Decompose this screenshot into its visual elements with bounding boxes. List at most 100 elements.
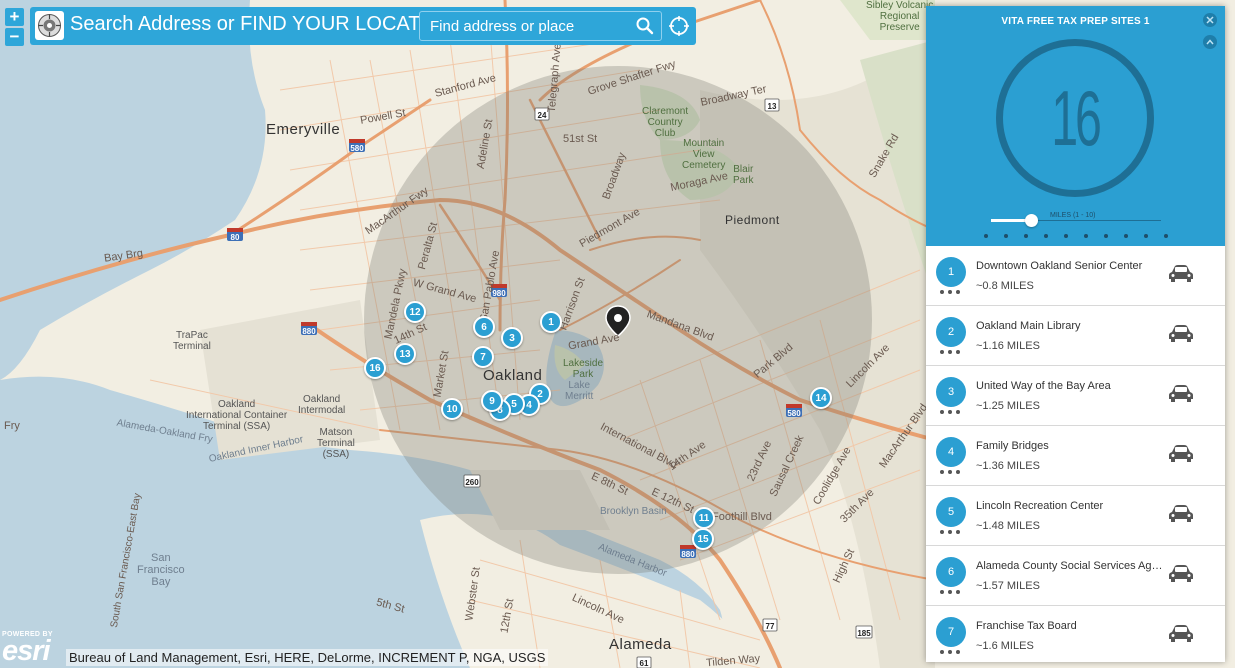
slider-tick — [1104, 234, 1108, 238]
site-marker[interactable]: 12 — [404, 301, 426, 323]
result-number-badge: 2 — [936, 317, 966, 347]
result-item[interactable]: 5 Lincoln Recreation Center ~1.48 MILES — [926, 486, 1225, 546]
svg-text:77: 77 — [766, 622, 775, 631]
result-distance: ~1.6 MILES — [976, 640, 1034, 652]
result-item[interactable]: 4 Family Bridges ~1.36 MILES — [926, 426, 1225, 486]
car-directions-icon[interactable] — [1168, 623, 1194, 643]
more-options-icon[interactable] — [940, 650, 962, 655]
search-input[interactable] — [419, 11, 662, 41]
slider-tick — [1124, 234, 1128, 238]
result-number-badge: 3 — [936, 377, 966, 407]
search-icon[interactable] — [635, 16, 655, 36]
result-item[interactable]: 6 Alameda County Social Services Agency … — [926, 546, 1225, 606]
result-number-badge: 5 — [936, 497, 966, 527]
result-item[interactable]: 3 United Way of the Bay Area ~1.25 MILES — [926, 366, 1225, 426]
svg-text:880: 880 — [302, 327, 316, 336]
app-logo-icon — [35, 11, 64, 40]
svg-text:185: 185 — [857, 629, 871, 638]
site-count: 16 — [1051, 73, 1102, 162]
car-directions-icon[interactable] — [1168, 563, 1194, 583]
result-item[interactable]: 1 Downtown Oakland Senior Center ~0.8 MI… — [926, 246, 1225, 306]
result-item[interactable]: 2 Oakland Main Library ~1.16 MILES — [926, 306, 1225, 366]
site-marker[interactable]: 10 — [441, 398, 463, 420]
site-marker[interactable]: 6 — [473, 316, 495, 338]
car-directions-icon[interactable] — [1168, 503, 1194, 523]
map-label-blair-park: Blair Park — [733, 164, 754, 186]
panel-title: VITA FREE TAX PREP SITES 1 — [1001, 16, 1150, 27]
collapse-up-icon[interactable] — [1202, 34, 1218, 50]
esri-logo[interactable]: POWERED BY esri — [2, 631, 64, 667]
zoom-in-button[interactable]: + — [5, 8, 24, 26]
svg-text:580: 580 — [350, 144, 364, 153]
more-options-icon[interactable] — [940, 470, 962, 475]
svg-text:13: 13 — [768, 102, 777, 111]
site-marker[interactable]: 7 — [472, 346, 494, 368]
site-marker[interactable]: 11 — [693, 507, 715, 529]
result-distance: ~0.8 MILES — [976, 280, 1034, 292]
result-number-badge: 6 — [936, 557, 966, 587]
zoom-out-button[interactable]: − — [5, 28, 24, 46]
map-label-cemetery: Mountain View Cemetery — [682, 138, 726, 171]
site-marker[interactable]: 9 — [481, 390, 503, 412]
result-item[interactable]: 7 Franchise Tax Board ~1.6 MILES — [926, 606, 1225, 662]
map-label-emeryville: Emeryville — [266, 121, 341, 138]
result-name: Family Bridges — [976, 440, 1049, 452]
result-number-badge: 1 — [936, 257, 966, 287]
more-options-icon[interactable] — [940, 530, 962, 535]
svg-text:80: 80 — [231, 233, 240, 242]
result-distance: ~1.25 MILES — [976, 400, 1040, 412]
map-label-claremont: Claremont Country Club — [642, 106, 689, 139]
result-distance: ~1.57 MILES — [976, 580, 1040, 592]
esri-wordmark: esri — [2, 635, 51, 667]
map-label-alameda: Alameda — [609, 636, 672, 653]
map-label-container-terminal: Oakland International Container Terminal… — [186, 399, 288, 432]
car-directions-icon[interactable] — [1168, 383, 1194, 403]
result-name: Franchise Tax Board — [976, 620, 1077, 632]
map-label-sibley: Sibley Volcanic Regional Preserve — [866, 0, 934, 33]
site-marker[interactable]: 13 — [394, 343, 416, 365]
slider-tick — [1044, 234, 1048, 238]
slider-tick — [1164, 234, 1168, 238]
car-directions-icon[interactable] — [1168, 263, 1194, 283]
slider-ticks — [984, 234, 1168, 240]
map-label-piedmont: Piedmont — [725, 213, 780, 227]
result-name: United Way of the Bay Area — [976, 380, 1111, 392]
panel-header: VITA FREE TAX PREP SITES 1 16 MILES (1 -… — [926, 6, 1225, 246]
map-label-street: Fry — [4, 420, 20, 432]
result-distance: ~1.48 MILES — [976, 520, 1040, 532]
result-number-badge: 4 — [936, 437, 966, 467]
map-label-lakeside: Lakeside Park — [563, 358, 604, 380]
attribution-text: Bureau of Land Management, Esri, HERE, D… — [66, 649, 549, 666]
locate-icon[interactable] — [668, 15, 690, 37]
slider-label: MILES (1 - 10) — [1050, 212, 1096, 219]
car-directions-icon[interactable] — [1168, 323, 1194, 343]
more-options-icon[interactable] — [940, 410, 962, 415]
svg-text:61: 61 — [640, 659, 649, 668]
map-label-oakland: Oakland — [483, 367, 543, 384]
svg-text:880: 880 — [681, 550, 695, 559]
search-title: Search Address or FIND YOUR LOCATION — [70, 13, 457, 35]
map-label-trapac: TraPac Terminal — [173, 330, 211, 352]
car-directions-icon[interactable] — [1168, 443, 1194, 463]
site-marker[interactable]: 1 — [540, 311, 562, 333]
svg-text:260: 260 — [465, 478, 479, 487]
close-icon[interactable] — [1202, 12, 1218, 28]
result-name: Downtown Oakland Senior Center — [976, 260, 1143, 272]
site-marker[interactable]: 15 — [692, 528, 714, 550]
map-label-intermodal: Oakland Intermodal — [298, 394, 346, 416]
map-label-street: 51st St — [563, 133, 598, 145]
site-marker[interactable]: 16 — [364, 357, 386, 379]
more-options-icon[interactable] — [940, 290, 962, 295]
results-panel: VITA FREE TAX PREP SITES 1 16 MILES (1 -… — [926, 6, 1225, 662]
site-marker[interactable]: 14 — [810, 387, 832, 409]
radius-slider-handle[interactable] — [1024, 214, 1038, 227]
search-bar: Search Address or FIND YOUR LOCATION — [30, 7, 696, 45]
results-list: 1 Downtown Oakland Senior Center ~0.8 MI… — [926, 246, 1225, 662]
more-options-icon[interactable] — [940, 590, 962, 595]
zoom-control: + − — [5, 8, 24, 48]
site-marker[interactable]: 3 — [501, 327, 523, 349]
more-options-icon[interactable] — [940, 350, 962, 355]
map-label-matson: Matson Terminal (SSA) — [317, 427, 355, 460]
result-name: Lincoln Recreation Center — [976, 500, 1104, 512]
map-label-sf-bay: San Francisco Bay — [137, 552, 185, 588]
